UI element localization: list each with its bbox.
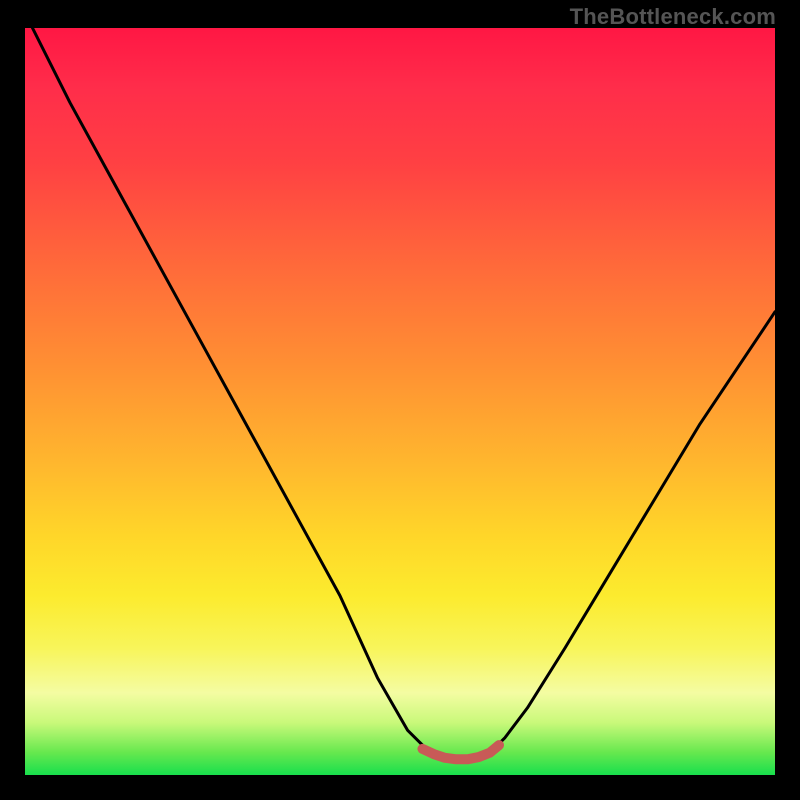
- bottleneck-curve-path: [33, 28, 776, 760]
- plot-area: [25, 28, 775, 775]
- valley-highlight-path: [423, 745, 500, 759]
- chart-frame: TheBottleneck.com: [0, 0, 800, 800]
- curve-svg: [25, 28, 775, 775]
- watermark-text: TheBottleneck.com: [570, 4, 776, 30]
